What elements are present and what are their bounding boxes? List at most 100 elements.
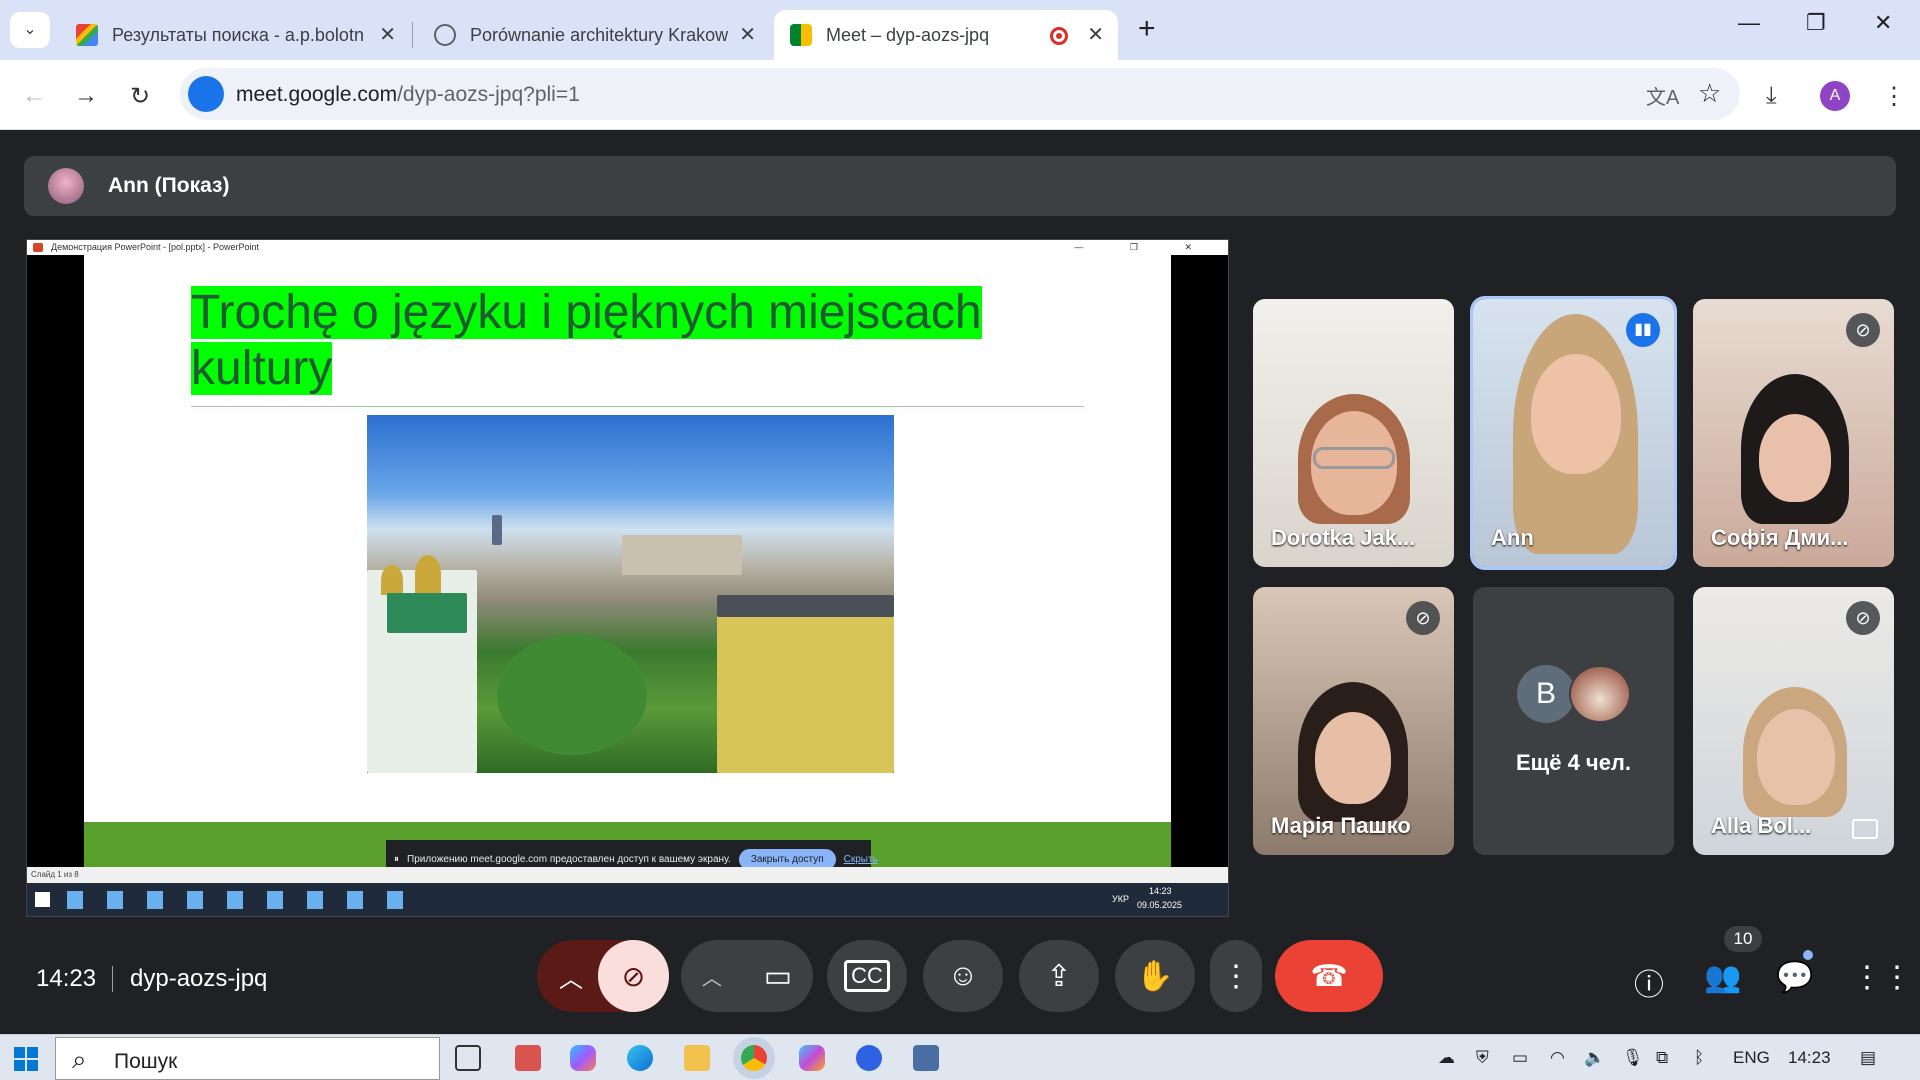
emoji-icon: ☺ [947, 959, 979, 992]
defender-icon[interactable]: ⛨ [1476, 1048, 1489, 1068]
app-icons [67, 891, 407, 909]
chrome-icon[interactable] [741, 1045, 767, 1071]
volume-icon[interactable]: 🔈 [1584, 1048, 1605, 1068]
address-bar[interactable]: meet.google.com/dyp-aozs-jpq?pli=1 文A ☆ [180, 68, 1740, 120]
activities-icon[interactable]: ⋮⋮ [1852, 960, 1912, 995]
bookmark-star-icon[interactable]: ☆ [1698, 78, 1721, 109]
close-icon[interactable]: ✕ [379, 22, 396, 47]
translate-icon[interactable]: 文A [1646, 81, 1679, 110]
ppt-status-bar: Слайд 1 из 8 [27, 867, 1228, 883]
meet-icon [790, 24, 812, 46]
camera-tray-icon[interactable]: ⧉ [1656, 1048, 1668, 1068]
tab-meet[interactable]: Meet – dyp-aozs-jpq ✕ [774, 10, 1118, 60]
participant-name: Dorotka Jak... [1271, 525, 1416, 550]
notifications-icon[interactable]: ▤ [1860, 1048, 1876, 1068]
new-tab-button[interactable]: + [1138, 12, 1156, 46]
avatar: B [1517, 665, 1575, 723]
onedrive-icon[interactable]: ☁ [1438, 1048, 1455, 1068]
ppt-window-controls: — ❐ ✕ [1074, 242, 1214, 252]
site-info-icon[interactable] [188, 76, 224, 112]
participant-tile-maria[interactable]: ⊘ Марія Пашко [1253, 587, 1454, 855]
participant-tile-ann[interactable]: ▮▮ Ann [1470, 296, 1677, 570]
meet-stage: Ann (Показ) Демонстрация PowerPoint - [p… [0, 131, 1920, 1034]
window-close-icon[interactable]: ✕ [1874, 10, 1892, 36]
microphone-icon[interactable]: 🎙 [1622, 1048, 1644, 1068]
end-call-button[interactable]: ☎ [1275, 940, 1383, 1012]
tab-gmail[interactable]: Результаты поиска - a.p.bolotn ✕ [60, 10, 410, 60]
copilot-icon[interactable] [570, 1045, 596, 1071]
captions-button[interactable]: CC [827, 940, 907, 1012]
shared-date: 09.05.2025 [1137, 900, 1183, 910]
mic-off-icon: ⊘ [1846, 601, 1880, 635]
captions-icon: CC [844, 960, 890, 992]
meeting-code: dyp-aozs-jpq [130, 965, 268, 992]
taskbar-search[interactable]: ⌕ Пошук [55, 1037, 440, 1080]
participant-face [1315, 712, 1391, 804]
language-indicator[interactable]: ENG [1733, 1048, 1770, 1068]
browser-tabstrip: ⌄ Результаты поиска - a.p.bolotn ✕ Porów… [0, 0, 1920, 60]
tab-architecture[interactable]: Porównanie architektury Krakow ✕ [418, 10, 770, 60]
zoom-icon[interactable] [856, 1045, 882, 1071]
participant-tile-alla[interactable]: ⊘ Alla Bol... [1693, 587, 1894, 855]
minimize-icon[interactable]: — [1738, 10, 1760, 36]
more-vert-icon: ⋮ [1221, 959, 1251, 993]
hide-notice-link[interactable]: Скрыть [844, 854, 878, 865]
hand-icon: ✋ [1136, 959, 1174, 993]
m365-icon[interactable] [799, 1045, 825, 1071]
battery-icon[interactable]: ▭ [1512, 1048, 1528, 1068]
tab-title: Meet – dyp-aozs-jpq [826, 24, 990, 45]
divider [112, 966, 113, 992]
avatar [48, 168, 84, 204]
close-icon[interactable]: ✕ [739, 22, 756, 47]
close-icon[interactable]: ✕ [1087, 22, 1104, 47]
pause-icon: ⏸ [394, 853, 399, 865]
recording-icon [1050, 27, 1068, 45]
tab-title: Результаты поиска - a.p.bolotn [112, 24, 364, 45]
participant-tile-sofia[interactable]: ⊘ Софія Дми... [1693, 299, 1894, 567]
chevron-up-icon: ︿ [559, 965, 583, 993]
meet-controls: 14:23 dyp-aozs-jpq ︿ ⊘ ︿ ▭ CC ☺ ⇪ ✋ ⋮ ☎ … [0, 920, 1920, 1034]
participant-tile-dorotka[interactable]: Dorotka Jak... [1253, 299, 1454, 567]
mic-off-icon: ⊘ [1846, 313, 1880, 347]
windows-start-icon [35, 892, 50, 907]
shared-time: 14:23 [1149, 886, 1172, 896]
raise-hand-button[interactable]: ✋ [1115, 940, 1195, 1012]
chat-icon[interactable]: 💬 [1776, 960, 1813, 995]
speaking-indicator-icon: ▮▮ [1626, 313, 1660, 347]
restore-icon[interactable]: ❐ [1806, 10, 1826, 36]
meeting-info-icon[interactable]: ⓘ [1634, 960, 1664, 1004]
gmail-icon [76, 24, 98, 46]
profile-avatar[interactable]: A [1820, 81, 1850, 111]
windows-start-icon[interactable] [14, 1047, 38, 1071]
participant-name: Alla Bol... [1711, 813, 1812, 838]
task-view-icon[interactable] [455, 1045, 481, 1071]
avatar [1569, 665, 1631, 723]
shared-windows-taskbar: УКР 14:23 09.05.2025 [27, 883, 1228, 916]
present-button[interactable]: ⇪ [1019, 940, 1099, 1012]
bluetooth-icon[interactable]: ᛒ [1694, 1048, 1704, 1068]
participant-tile-more[interactable]: B Ещё 4 чел. [1473, 587, 1674, 855]
forward-icon[interactable]: → [74, 82, 98, 110]
mic-toggle-button[interactable]: ⊘ [598, 940, 669, 1012]
participant-name: Ещё 4 чел. [1515, 750, 1632, 775]
wifi-icon[interactable]: ◠ [1550, 1048, 1565, 1068]
edge-icon[interactable] [627, 1045, 653, 1071]
search-icon: ⌕ [72, 1044, 87, 1074]
app-icon[interactable] [515, 1045, 541, 1071]
taskbar-clock[interactable]: 14:23 [1788, 1048, 1831, 1068]
presenter-bar: Ann (Показ) [24, 156, 1896, 216]
reload-icon[interactable]: ↻ [130, 82, 150, 111]
more-options-button[interactable]: ⋮ [1210, 940, 1262, 1012]
picture-in-picture-icon[interactable] [1852, 819, 1878, 839]
people-icon[interactable]: 👥 [1704, 960, 1741, 995]
reactions-button[interactable]: ☺ [923, 940, 1003, 1012]
camera-button[interactable]: ︿ ▭ [681, 940, 813, 1012]
back-icon[interactable]: ← [22, 82, 46, 110]
mic-off-icon: ⊘ [1406, 601, 1440, 635]
file-explorer-icon[interactable] [684, 1045, 710, 1071]
browser-menu-icon[interactable]: ⋮ [1882, 82, 1906, 111]
calculator-icon[interactable] [913, 1045, 939, 1071]
download-icon[interactable]: ⤓ [1766, 82, 1777, 110]
present-screen-icon: ⇪ [1046, 959, 1072, 993]
tab-search-button[interactable]: ⌄ [10, 12, 50, 48]
